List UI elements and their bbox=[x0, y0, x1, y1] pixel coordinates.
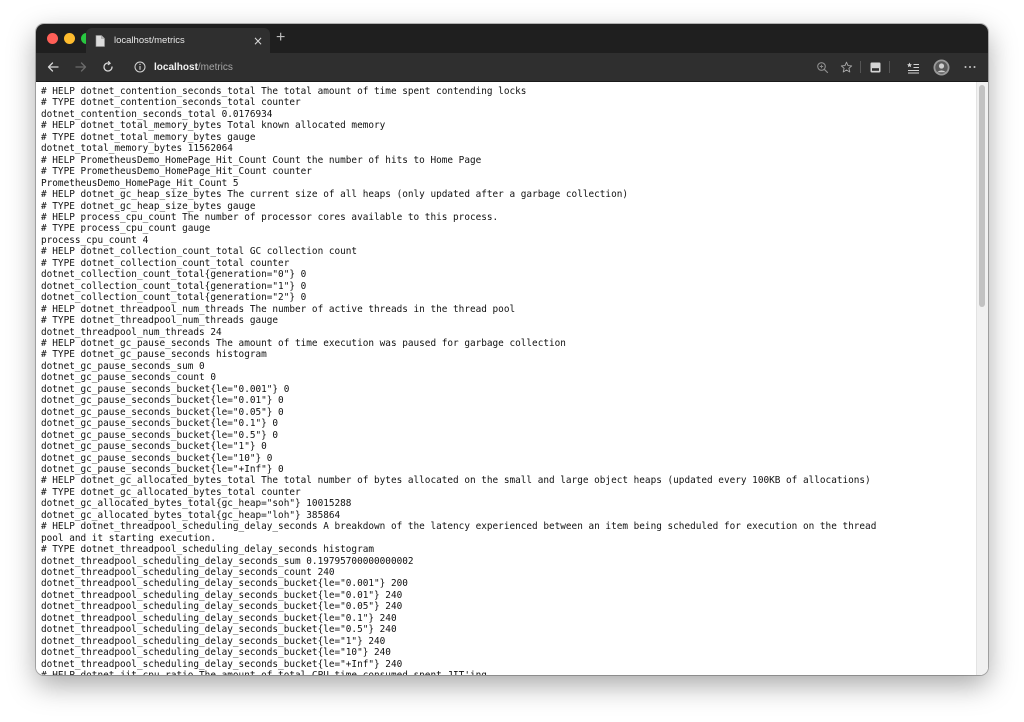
avatar-icon bbox=[933, 59, 949, 75]
toolbar-divider bbox=[860, 61, 861, 73]
tab-preview-icon bbox=[870, 62, 880, 72]
tab-title: localhost/metrics bbox=[114, 35, 185, 46]
more-options-button[interactable] bbox=[962, 59, 978, 75]
reload-button[interactable] bbox=[99, 58, 117, 76]
zoom-button[interactable] bbox=[814, 59, 830, 75]
zoom-icon bbox=[816, 61, 828, 73]
favorite-button[interactable] bbox=[838, 59, 854, 75]
arrow-left-icon bbox=[47, 62, 59, 72]
favorites-list-icon bbox=[907, 62, 919, 73]
tab-close-icon[interactable]: × bbox=[251, 34, 265, 48]
url-host: localhost bbox=[154, 61, 198, 73]
page-icon bbox=[95, 34, 105, 47]
arrow-right-icon bbox=[75, 62, 87, 72]
reading-list-button[interactable] bbox=[905, 59, 921, 75]
browser-window: localhost/metrics × + localhost /metrics… bbox=[36, 24, 988, 675]
scrollbar-thumb[interactable] bbox=[979, 85, 985, 307]
collections-button[interactable] bbox=[867, 59, 883, 75]
page-content: # HELP dotnet_contention_seconds_total T… bbox=[36, 82, 988, 675]
star-icon bbox=[840, 61, 852, 72]
back-button[interactable] bbox=[44, 58, 62, 76]
browser-tab[interactable]: localhost/metrics × bbox=[86, 28, 270, 53]
forward-button[interactable] bbox=[72, 58, 90, 76]
refresh-icon bbox=[103, 61, 113, 72]
profile-button[interactable] bbox=[932, 58, 950, 76]
more-horizontal-icon bbox=[964, 66, 976, 68]
title-bar: localhost/metrics × + bbox=[36, 24, 988, 53]
new-tab-button[interactable]: + bbox=[276, 30, 285, 46]
minimize-window-button[interactable] bbox=[64, 33, 75, 44]
toolbar-divider bbox=[889, 61, 890, 73]
address-bar[interactable]: localhost/metrics bbox=[134, 58, 233, 76]
close-window-button[interactable] bbox=[47, 33, 58, 44]
browser-toolbar: localhost/metrics bbox=[36, 53, 988, 82]
metrics-text: # HELP dotnet_contention_seconds_total T… bbox=[41, 86, 877, 675]
url-path: /metrics bbox=[197, 61, 233, 73]
vertical-scrollbar[interactable] bbox=[976, 82, 988, 675]
info-icon bbox=[134, 61, 146, 73]
